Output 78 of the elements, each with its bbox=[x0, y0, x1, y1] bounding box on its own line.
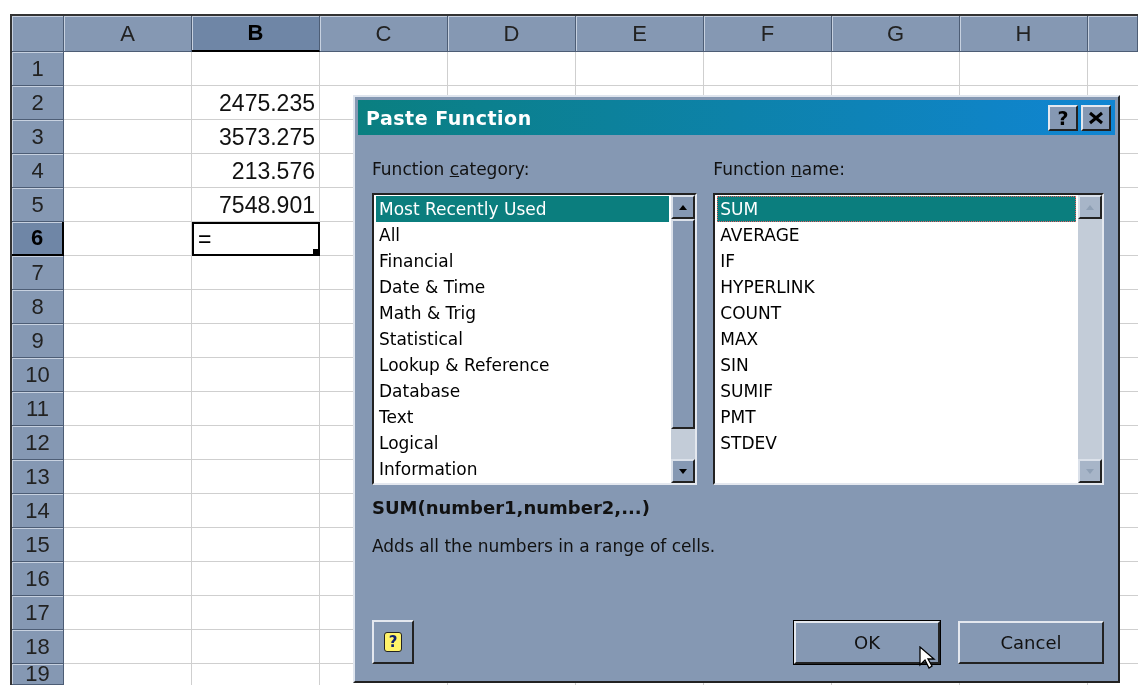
row-header[interactable]: 13 bbox=[12, 460, 64, 494]
list-item[interactable]: Information bbox=[376, 456, 670, 482]
list-item[interactable]: PMT bbox=[717, 404, 1076, 430]
mouse-pointer-icon bbox=[919, 646, 936, 670]
row-header[interactable]: 12 bbox=[12, 426, 64, 460]
column-header[interactable]: H bbox=[960, 16, 1088, 52]
list-item[interactable]: Statistical bbox=[376, 326, 670, 352]
list-item[interactable]: MAX bbox=[717, 326, 1076, 352]
column-header[interactable]: A bbox=[64, 16, 192, 52]
list-item[interactable]: Text bbox=[376, 404, 670, 430]
column-header[interactable]: G bbox=[832, 16, 960, 52]
row-header[interactable]: 17 bbox=[12, 596, 64, 630]
table-cell-text: 7548.901 bbox=[219, 191, 316, 219]
list-item[interactable]: Math & Trig bbox=[376, 300, 670, 326]
function-description: Adds all the numbers in a range of cells. bbox=[372, 536, 717, 556]
list-item[interactable]: SIN bbox=[717, 352, 1076, 378]
list-item[interactable]: COUNT bbox=[717, 300, 1076, 326]
table-cell-text: 213.576 bbox=[231, 157, 316, 185]
scroll-down-button[interactable] bbox=[1078, 459, 1102, 483]
row-header[interactable]: 10 bbox=[12, 358, 64, 392]
column-header[interactable] bbox=[1088, 16, 1138, 52]
down-arrow-icon bbox=[1085, 467, 1095, 475]
row-header[interactable]: 2 bbox=[12, 86, 64, 120]
table-cell-text: 3573.275 bbox=[219, 123, 316, 151]
column-header[interactable]: F bbox=[704, 16, 832, 52]
list-item[interactable]: IF bbox=[717, 248, 1076, 274]
scroll-down-button[interactable] bbox=[671, 459, 696, 483]
list-item[interactable]: Logical bbox=[376, 430, 670, 456]
list-box[interactable]: Most Recently Used All Financial Date & Time Math & Trig Statistical Lookup & Reference Database Text Logical Information bbox=[372, 193, 698, 485]
function-signature: SUM(number1,number2,...) bbox=[372, 497, 651, 518]
list-item[interactable]: STDEV bbox=[717, 430, 1076, 456]
column-header[interactable]: C bbox=[320, 16, 448, 52]
cell-editor[interactable]: = bbox=[192, 222, 320, 256]
up-arrow-icon bbox=[678, 203, 689, 211]
list-item[interactable]: SUMIF bbox=[717, 378, 1076, 404]
list-label: Function category: bbox=[372, 159, 531, 181]
list-item[interactable]: Most Recently Used bbox=[376, 196, 670, 222]
row-header[interactable]: 4 bbox=[12, 154, 64, 188]
row-header[interactable]: 16 bbox=[12, 562, 64, 596]
row-header[interactable]: 15 bbox=[12, 528, 64, 562]
help-button[interactable]: ? bbox=[1048, 104, 1078, 131]
list-item[interactable]: AVERAGE bbox=[717, 222, 1076, 248]
up-arrow-icon bbox=[1085, 203, 1095, 211]
close-icon bbox=[1088, 110, 1104, 125]
cancel-button[interactable]: Cancel bbox=[958, 621, 1104, 664]
list-item[interactable]: HYPERLINK bbox=[717, 274, 1076, 300]
list-item[interactable]: Database bbox=[376, 378, 670, 404]
list-item[interactable]: All bbox=[376, 222, 670, 248]
list-item[interactable]: SUM bbox=[717, 196, 1076, 222]
row-header[interactable]: 19 bbox=[12, 664, 64, 685]
list-box[interactable]: SUM AVERAGE IF HYPERLINK COUNT MAX SIN SUMIF PMT STDEV bbox=[713, 193, 1104, 485]
row-header[interactable]: 3 bbox=[12, 120, 64, 154]
row-header[interactable]: 9 bbox=[12, 324, 64, 358]
row-header[interactable]: 11 bbox=[12, 392, 64, 426]
row-header[interactable]: 1 bbox=[12, 52, 64, 86]
select-all-button[interactable] bbox=[12, 16, 64, 52]
row-header[interactable]: 7 bbox=[12, 256, 64, 290]
row-header[interactable]: 18 bbox=[12, 630, 64, 664]
scroll-up-button[interactable] bbox=[1078, 195, 1102, 219]
list-item[interactable]: Financial bbox=[376, 248, 670, 274]
row-header[interactable]: 8 bbox=[12, 290, 64, 324]
row-header[interactable]: 6 bbox=[12, 222, 64, 256]
scroll-up-button[interactable] bbox=[671, 195, 696, 219]
list-item[interactable]: Date & Time bbox=[376, 274, 670, 300]
close-button[interactable] bbox=[1081, 104, 1111, 131]
assistant-button[interactable]: ? bbox=[372, 620, 414, 664]
window-title: Paste Function bbox=[366, 106, 533, 129]
row-header[interactable]: 14 bbox=[12, 494, 64, 528]
list-item[interactable]: Lookup & Reference bbox=[376, 352, 670, 378]
speech-bubble-icon: ? bbox=[383, 632, 403, 652]
row-header[interactable]: 5 bbox=[12, 188, 64, 222]
column-header[interactable]: B bbox=[192, 16, 320, 52]
column-header[interactable]: E bbox=[576, 16, 704, 52]
scrollbar-thumb[interactable] bbox=[671, 219, 696, 429]
down-arrow-icon bbox=[678, 467, 689, 475]
column-header[interactable]: D bbox=[448, 16, 576, 52]
list-label: Function name: bbox=[713, 159, 846, 181]
table-cell-text: 2475.235 bbox=[219, 89, 316, 117]
